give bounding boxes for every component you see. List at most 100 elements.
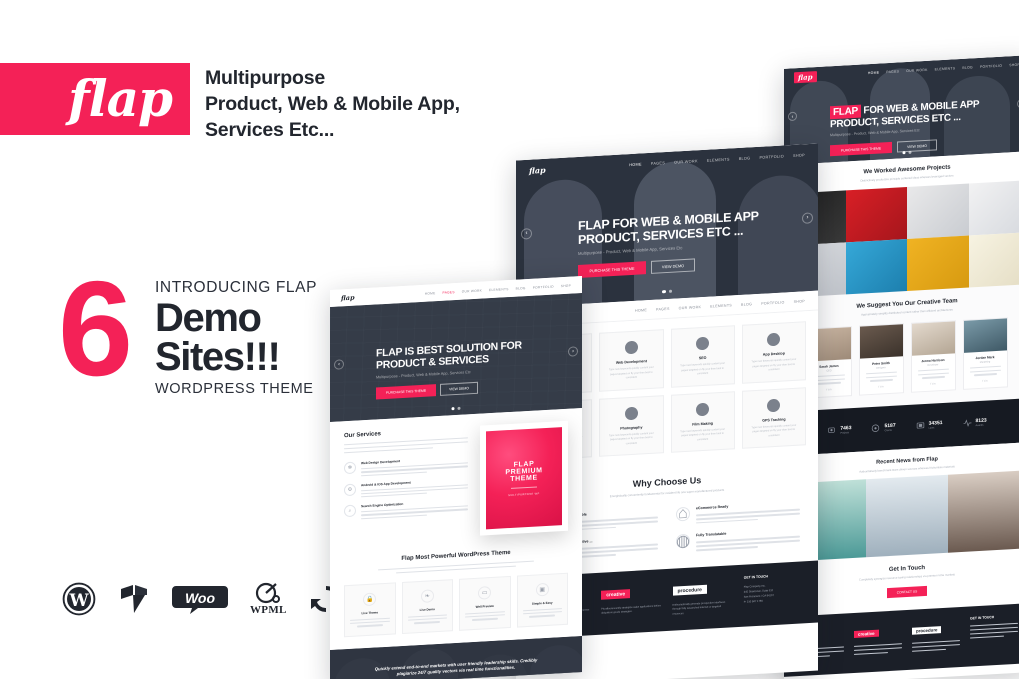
gear-icon: ✻ xyxy=(344,461,356,475)
leaf-icon: ❧ xyxy=(420,589,434,604)
left-nav-item-3[interactable]: ELEMENTS xyxy=(489,287,509,292)
right-nav-item-6[interactable]: SHOP xyxy=(1009,63,1019,68)
left-hero-dots[interactable] xyxy=(451,406,461,411)
middle-nav-item-0[interactable]: HOME xyxy=(629,162,642,167)
mockup-left[interactable]: flap HOME PAGES OUR WORK ELEMENTS BLOG P… xyxy=(330,275,582,679)
camera-icon xyxy=(624,406,638,420)
middle-nav-item-4[interactable]: BLOG xyxy=(739,156,751,161)
middle-sticky-item-0[interactable]: HOME xyxy=(635,308,647,313)
team-social-links[interactable]: f t in xyxy=(968,378,1003,383)
right-portfolio-grid[interactable] xyxy=(784,179,1019,298)
service-list-item: ⚙ Android & iOS App Development xyxy=(344,477,468,498)
camera-icon: ▣ xyxy=(535,583,549,597)
left-nav-item-2[interactable]: OUR WORK xyxy=(462,288,482,293)
left-nav-logo[interactable]: flap xyxy=(341,293,354,302)
portfolio-tile[interactable] xyxy=(845,238,907,295)
feature-card[interactable]: ❧ Live Demo xyxy=(401,579,453,634)
middle-sticky-item-2[interactable]: OUR WORK xyxy=(679,305,702,310)
middle-sticky-item-5[interactable]: PORTFOLIO xyxy=(761,300,784,305)
right-footer-contact-title: GET IN TOUCH xyxy=(970,615,995,621)
middle-hero-secondary-button[interactable]: VIEW DEMO xyxy=(651,258,695,274)
team-social-links[interactable]: f t in xyxy=(916,381,951,386)
middle-nav-menu[interactable]: HOME PAGES OUR WORK ELEMENTS BLOG PORTFO… xyxy=(629,153,805,167)
middle-nav-logo[interactable]: flap xyxy=(529,165,546,176)
right-nav-item-3[interactable]: ELEMENTS xyxy=(935,66,956,71)
right-nav-item-5[interactable]: PORTFOLIO xyxy=(980,64,1002,69)
right-nav-item-2[interactable]: OUR WORK xyxy=(906,68,927,73)
right-nav-item-0[interactable]: HOME xyxy=(868,71,879,76)
tagline-line-1: Multipurpose xyxy=(205,67,326,89)
middle-nav-item-2[interactable]: OUR WORK xyxy=(674,159,698,164)
android-icon xyxy=(767,332,781,347)
feature-card[interactable]: 🔒 Live Theme xyxy=(344,582,396,637)
pulse-icon xyxy=(963,419,971,428)
team-member-role: Marketing xyxy=(979,359,991,364)
service-desc: Type new keywords quickly content your p… xyxy=(609,365,654,380)
middle-sticky-menu[interactable]: HOME PAGES OUR WORK ELEMENTS BLOG PORTFO… xyxy=(635,299,805,313)
service-card[interactable]: Photography Type new keywords quickly co… xyxy=(599,394,664,457)
right-nav-item-4[interactable]: BLOG xyxy=(962,65,973,70)
middle-nav-item-5[interactable]: PORTFOLIO xyxy=(759,154,784,159)
service-list-item: ✻ Web Design Development xyxy=(344,456,468,477)
portfolio-tile[interactable] xyxy=(907,235,969,291)
service-card[interactable]: Film Making Type new keywords quickly co… xyxy=(670,390,735,453)
stat-item: 5187 Clients xyxy=(871,423,896,433)
service-card[interactable]: App Desktop Type new keywords quickly co… xyxy=(741,321,806,384)
left-nav-item-0[interactable]: HOME xyxy=(425,291,436,296)
why-item: ⌂ eCommerce Ready xyxy=(676,501,800,525)
middle-sticky-item-3[interactable]: ELEMENTS xyxy=(710,303,732,308)
mockup-right[interactable]: flap HOME PAGES OUR WORK ELEMENTS BLOG P… xyxy=(784,55,1019,679)
left-nav-item-5[interactable]: PORTFOLIO xyxy=(533,284,554,289)
right-nav-menu[interactable]: HOME PAGES OUR WORK ELEMENTS BLOG PORTFO… xyxy=(868,63,1019,76)
team-social-links[interactable]: f t in xyxy=(864,384,899,389)
right-footer-badge-procedure[interactable]: procedure xyxy=(912,626,942,635)
right-footer-badge-creative[interactable]: creative xyxy=(854,629,879,639)
service-desc: Type new keywords quickly content your p… xyxy=(680,361,725,376)
stat-item: 7463 Projects xyxy=(827,425,851,435)
service-card[interactable]: Web Development Type new keywords quickl… xyxy=(599,329,664,392)
left-nav-menu[interactable]: HOME PAGES OUR WORK ELEMENTS BLOG PORTFO… xyxy=(425,283,571,295)
stat-label: Lines xyxy=(928,426,935,430)
right-nav-logo[interactable]: flap xyxy=(794,70,817,83)
middle-sticky-item-1[interactable]: PAGES xyxy=(656,306,670,311)
team-member-card[interactable]: Peter Smith Designer f t in xyxy=(858,322,904,396)
left-features-grid: 🔒 Live Theme ❧ Live Demo ▭ Well Preview xyxy=(344,573,568,637)
left-nav-item-1[interactable]: PAGES xyxy=(443,290,455,295)
news-tile[interactable] xyxy=(948,470,1019,554)
middle-sticky-item-6[interactable]: SHOP xyxy=(794,299,805,304)
poster-line-3: THEME xyxy=(510,473,538,483)
portfolio-tile[interactable] xyxy=(845,186,907,243)
team-member-card[interactable]: Jordan Mark Marketing f t in xyxy=(962,316,1008,390)
film-icon xyxy=(696,402,710,416)
left-nav-item-6[interactable]: SHOP xyxy=(561,283,571,288)
portfolio-tile[interactable] xyxy=(907,183,969,239)
feature-card[interactable]: ▣ Simple & Easy xyxy=(516,573,568,628)
middle-nav-item-1[interactable]: PAGES xyxy=(651,161,665,166)
news-tile[interactable] xyxy=(866,475,948,558)
middle-footer-badge-procedure[interactable]: procedure xyxy=(672,584,707,596)
middle-footer-col2-text: Phosfluorescently strategize value appli… xyxy=(601,603,661,615)
right-news-grid[interactable] xyxy=(784,470,1019,563)
left-hero-secondary-button[interactable]: VIEW DEMO xyxy=(440,381,478,396)
middle-nav-item-3[interactable]: ELEMENTS xyxy=(707,157,730,162)
tagline-line-2: Product, Web & Mobile App, xyxy=(205,92,460,115)
right-hero-dots[interactable] xyxy=(902,150,912,155)
middle-sticky-item-4[interactable]: BLOG xyxy=(741,302,752,307)
service-label: GPS Tracking xyxy=(762,416,786,423)
right-contact-button[interactable]: CONTACT US xyxy=(887,586,927,599)
left-nav-item-4[interactable]: BLOG xyxy=(516,286,526,291)
middle-footer-contact-title: GET IN TOUCH xyxy=(743,573,768,580)
briefcase-icon: ▭ xyxy=(478,586,492,601)
middle-footer-badge-creative[interactable]: creative xyxy=(601,589,631,600)
team-member-card[interactable]: Jenna Harrison Developer f t in xyxy=(910,319,956,393)
feature-label: Live Theme xyxy=(361,610,378,616)
right-nav-item-1[interactable]: PAGES xyxy=(886,69,899,74)
service-card[interactable]: SEO Type new keywords quickly content yo… xyxy=(670,325,735,388)
portfolio-tile[interactable] xyxy=(968,231,1019,288)
service-card[interactable]: GPS Tracking Type new keywords quickly c… xyxy=(741,386,806,449)
middle-hero-dots[interactable] xyxy=(662,289,672,294)
cart-icon: ⌂ xyxy=(676,505,690,523)
portfolio-tile[interactable] xyxy=(968,179,1019,236)
middle-nav-item-6[interactable]: SHOP xyxy=(793,153,805,158)
feature-card[interactable]: ▭ Well Preview xyxy=(459,576,511,631)
